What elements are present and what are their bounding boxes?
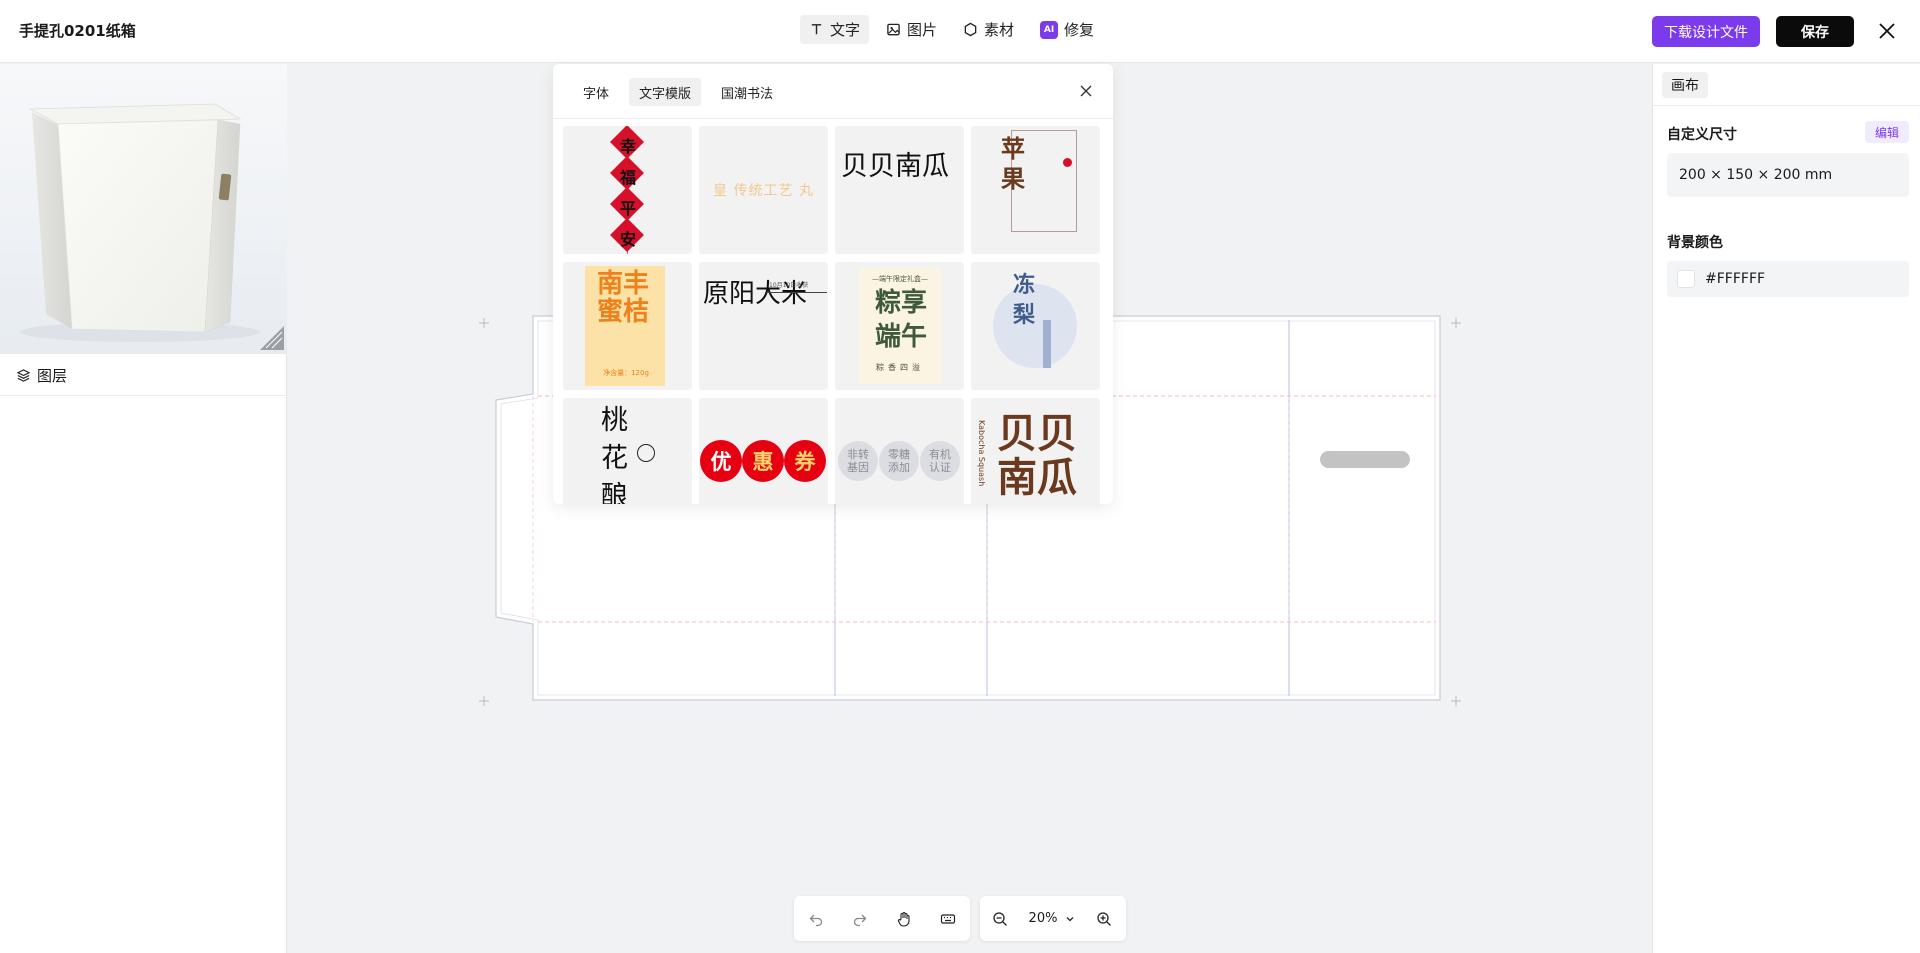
redo-icon [853,914,867,926]
edit-size-button[interactable]: 编辑 [1865,121,1909,143]
template-grid: 幸福平安 皇 传统工艺 丸 贝贝南瓜 苹果 南丰蜜桔 净含量：120g 原阳大米… [563,126,1103,504]
template-text: 粽享端午 [874,288,927,352]
text-template-panel: 字体 文字模版 国潮书法 幸福平安 皇 传统工艺 丸 贝贝南瓜 苹果 南丰蜜桔 … [553,64,1113,504]
tool-material[interactable]: 素材 [954,15,1023,44]
tab-text-templates[interactable]: 文字模版 [629,78,702,106]
tool-ai-repair-label: 修复 [1064,21,1095,39]
zoom-toolbar: 20% [980,896,1126,941]
tab-canvas[interactable]: 画布 [1662,72,1708,98]
layers-header[interactable]: 图层 [0,356,287,396]
template-card-rice[interactable]: 原阳大米 10月10日收获 [699,262,828,390]
background-color-field[interactable]: #FFFFFF [1667,261,1909,297]
tab-guochao-calligraphy[interactable]: 国潮书法 [711,78,783,106]
top-bar: 手提孔0201纸箱 文字 图片 素材 AI 修复 下载设计文件 保存 [0,0,1920,63]
save-button[interactable]: 保存 [1776,16,1854,47]
template-card-certifications[interactable]: 非转基因 零糖添加 有机认证 [835,398,964,504]
tool-tabs: 文字 图片 素材 AI 修复 [800,15,1103,44]
divider [1653,105,1920,106]
tool-ai-repair[interactable]: AI 修复 [1031,15,1103,44]
template-card-pumpkin[interactable]: 贝贝南瓜 [835,126,964,254]
box-3d-illustration [20,103,284,350]
template-card-peach-wine[interactable]: 桃花酿 [563,398,692,504]
template-text: 南丰蜜桔 [596,269,649,327]
download-design-button[interactable]: 下载设计文件 [1652,16,1760,47]
close-icon[interactable] [1876,20,1898,42]
template-subtext: 净含量：120g [603,369,649,377]
zoom-in-button[interactable] [1084,896,1124,941]
text-icon [811,24,822,35]
template-card-craft[interactable]: 皇 传统工艺 丸 [699,126,828,254]
tool-image[interactable]: 图片 [877,15,946,44]
undo-icon [809,914,823,926]
history-toolbar [794,896,970,941]
template-card-frozen-pear[interactable]: 冻梨 [971,262,1100,390]
coupon-badge: 惠 [742,440,784,482]
chevron-down-icon [1066,916,1074,921]
hexagon-icon [964,22,977,37]
cert-badge: 有机认证 [920,441,960,481]
template-card-coupon[interactable]: 优 惠 券 [699,398,828,504]
template-text: 冻梨 [1013,272,1036,328]
template-text: 苹果 [1001,134,1025,193]
keyboard-icon [940,913,956,924]
coupon-badge: 优 [700,440,742,482]
tool-image-label: 图片 [907,21,938,39]
tool-text-label: 文字 [830,21,861,39]
color-swatch[interactable] [1677,270,1695,288]
template-card-apple[interactable]: 苹果 [971,126,1100,254]
image-icon [887,23,900,36]
hand-hole [1320,451,1410,468]
template-header: —端午限定礼盒— [872,275,928,283]
pan-tool-button[interactable] [882,896,926,941]
background-color-label: 背景颜色 [1667,235,1723,251]
undo-button[interactable] [794,896,838,941]
ai-icon: AI [1040,20,1059,39]
template-text: 贝贝南瓜 [841,151,949,182]
template-subtext: 10月10日收获 [769,282,809,289]
size-field: 200 × 150 × 200 mm [1667,153,1909,197]
hand-icon [897,911,910,927]
divider [553,118,1113,119]
tool-text[interactable]: 文字 [800,15,870,44]
zoom-level: 20% [1028,911,1058,926]
coupon-badge: 券 [784,440,826,482]
zoom-level-select[interactable]: 20% [1020,911,1084,926]
layers-icon [16,369,31,382]
custom-size-label: 自定义尺寸 [1667,127,1737,143]
template-side-text: Kabocha Squash [977,420,986,487]
template-text: 贝贝南瓜 [997,410,1077,501]
template-card-dragonboat[interactable]: —端午限定礼盒— 粽享端午 粽香四溢 [835,262,964,390]
tool-material-label: 素材 [984,21,1015,39]
layers-label: 图层 [37,367,68,385]
template-text: 桃花酿 [601,405,628,504]
redo-button[interactable] [838,896,882,941]
template-card-fortune[interactable]: 幸福平安 [563,126,692,254]
document-title: 手提孔0201纸箱 [19,22,136,40]
zoom-out-button[interactable] [980,896,1020,941]
cert-badge: 非转基因 [838,441,878,481]
template-card-pumpkin-brand[interactable]: Kabocha Squash 贝贝南瓜 [971,398,1100,504]
cert-badge: 零糖添加 [879,441,919,481]
left-panel: 图层 [0,64,287,953]
close-icon[interactable] [1077,82,1095,100]
template-text: 皇 传统工艺 丸 [713,183,814,199]
keyboard-shortcuts-button[interactable] [926,896,970,941]
zoom-out-icon [993,911,1007,926]
right-panel: 画布 自定义尺寸 编辑 200 × 150 × 200 mm 背景颜色 #FFF… [1652,64,1920,953]
box-3d-preview[interactable] [0,64,287,354]
template-card-orange[interactable]: 南丰蜜桔 净含量：120g [563,262,692,390]
template-footer: 粽香四溢 [876,363,924,372]
background-color-value: #FFFFFF [1705,271,1766,287]
zoom-in-icon [1097,911,1111,926]
template-text: 幸福平安 [619,137,636,249]
tab-fonts[interactable]: 字体 [573,78,619,106]
text-panel-tabs: 字体 文字模版 国潮书法 [573,78,783,106]
size-value: 200 × 150 × 200 mm [1679,167,1833,183]
